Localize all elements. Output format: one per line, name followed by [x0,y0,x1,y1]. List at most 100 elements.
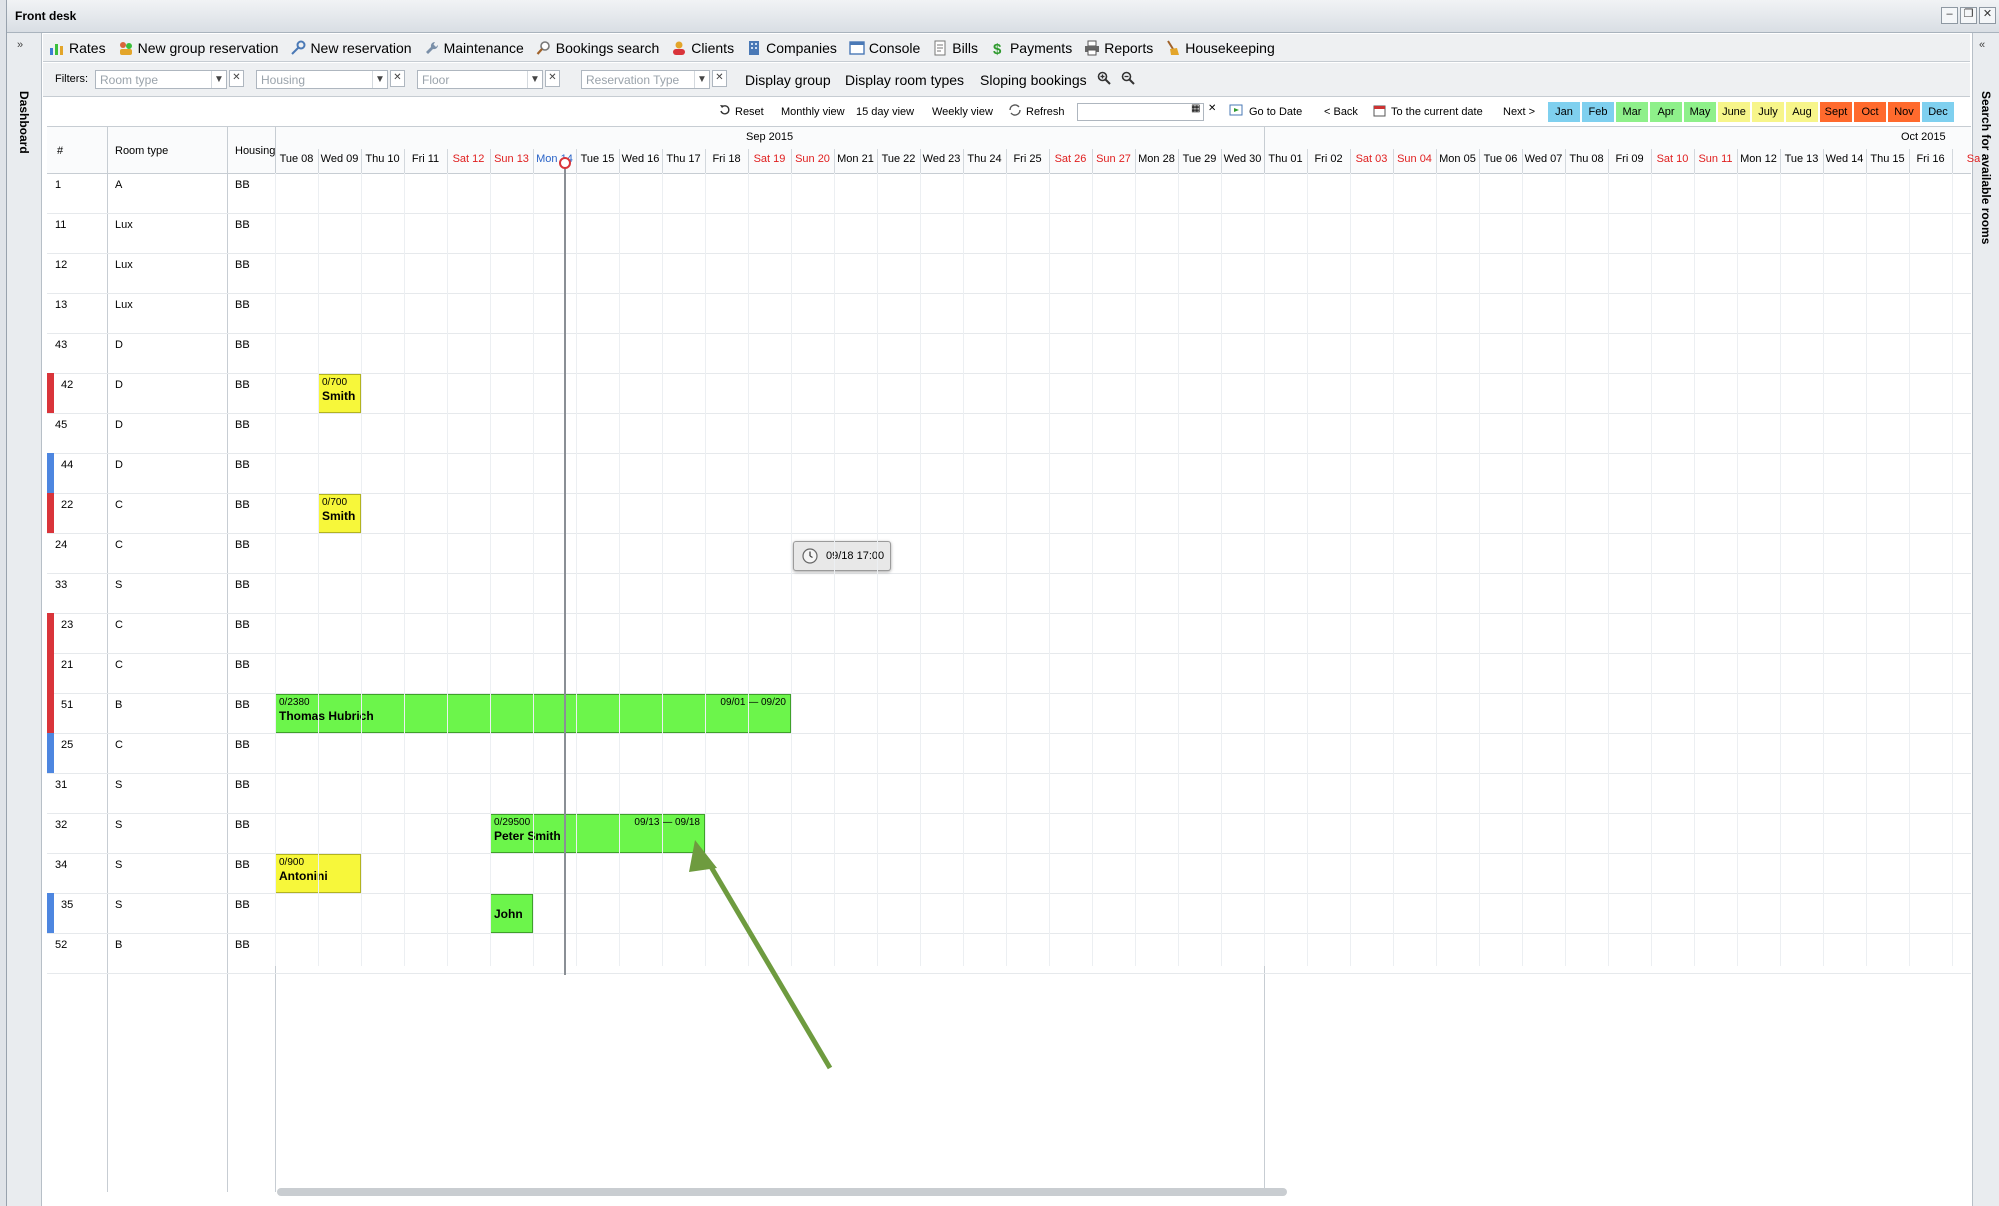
day-header[interactable]: Fri 02 [1307,153,1350,165]
room-row[interactable]: 35 S BB [47,893,1971,934]
menu-item-housekeeping[interactable]: Housekeeping [1159,40,1281,56]
day-header[interactable]: Sa [1952,153,1995,165]
day-header[interactable]: Sun 20 [791,153,834,165]
clear-floor-icon[interactable]: ✕ [545,70,560,87]
monthly-view-button[interactable]: Monthly view [781,106,845,118]
restore-button[interactable]: ❐ [1960,7,1977,24]
month-button-nov[interactable]: Nov [1888,102,1920,122]
menu-item-maintenance[interactable]: Maintenance [418,40,530,56]
month-button-feb[interactable]: Feb [1582,102,1614,122]
minimize-button[interactable]: – [1941,7,1958,24]
day-header[interactable]: Mon 05 [1436,153,1479,165]
day-header[interactable]: Tue 06 [1479,153,1522,165]
menu-item-payments[interactable]: $ Payments [984,40,1078,56]
room-row[interactable]: 44 D BB [47,453,1971,494]
menu-item-new-group-reservation[interactable]: New group reservation [112,40,285,56]
reservation-type-select[interactable]: Reservation Type ▼ [581,70,710,89]
room-row[interactable]: 43 D BB [47,333,1971,374]
day-header[interactable]: Fri 18 [705,153,748,165]
month-button-mar[interactable]: Mar [1616,102,1648,122]
col-header-number[interactable]: # [57,145,63,157]
room-type-select[interactable]: Room type ▼ [95,70,227,89]
day-header[interactable]: Wed 16 [619,153,662,165]
calendar-icon[interactable] [1373,104,1386,120]
booking-block[interactable]: 0/29500 Peter Smith 09/13 — 09/18 [490,814,705,853]
search-rooms-label[interactable]: Search for available rooms [1979,91,1993,244]
menu-item-companies[interactable]: Companies [740,40,843,56]
day-header[interactable]: Thu 10 [361,153,404,165]
day-header[interactable]: Thu 01 [1264,153,1307,165]
menu-item-reports[interactable]: Reports [1078,40,1159,56]
month-button-aug[interactable]: Aug [1786,102,1818,122]
col-header-housing[interactable]: Housing [235,145,275,157]
refresh-button[interactable]: Refresh [1026,106,1065,118]
chevron-down-icon[interactable]: ▼ [211,71,226,88]
clear-housing-icon[interactable]: ✕ [390,70,405,87]
menu-item-bills[interactable]: Bills [926,40,984,56]
day-header[interactable]: Fri 16 [1909,153,1952,165]
menu-item-console[interactable]: Console [843,40,926,56]
dashboard-panel-collapsed[interactable]: » Dashboard [7,33,42,1206]
day-header[interactable]: Tue 13 [1780,153,1823,165]
month-button-oct[interactable]: Oct [1854,102,1886,122]
room-row[interactable]: 23 C BB [47,613,1971,654]
menu-item-rates[interactable]: Rates [43,40,112,56]
menu-item-new-reservation[interactable]: New reservation [284,40,417,56]
room-row[interactable]: 31 S BB [47,773,1971,814]
col-header-room-type[interactable]: Room type [115,145,168,157]
reset-icon[interactable] [719,104,731,119]
day-header[interactable]: Tue 29 [1178,153,1221,165]
day-header[interactable]: Fri 11 [404,153,447,165]
go-to-date-button[interactable]: Go to Date [1249,106,1302,118]
room-row[interactable]: 33 S BB [47,573,1971,614]
menu-item-bookings-search[interactable]: Bookings search [530,40,666,56]
day-header[interactable]: Wed 07 [1522,153,1565,165]
day-header[interactable]: Wed 30 [1221,153,1264,165]
clear-reservation-type-icon[interactable]: ✕ [712,70,727,87]
day-header[interactable]: Sun 27 [1092,153,1135,165]
day-header[interactable]: Fri 25 [1006,153,1049,165]
day-header[interactable]: Tue 15 [576,153,619,165]
horizontal-scrollbar[interactable] [277,1188,1287,1196]
room-row[interactable]: 13 Lux BB [47,293,1971,334]
day-header[interactable]: Sat 10 [1651,153,1694,165]
day-header[interactable]: Thu 08 [1565,153,1608,165]
search-rooms-panel-collapsed[interactable]: « Search for available rooms [1972,33,1999,1206]
day-header[interactable]: Thu 17 [662,153,705,165]
current-date-button[interactable]: To the current date [1391,106,1483,118]
day-header[interactable]: Sat 03 [1350,153,1393,165]
sloping-bookings-button[interactable]: Sloping bookings [980,72,1087,88]
day-header[interactable]: Sun 11 [1694,153,1737,165]
day-header[interactable]: Sat 26 [1049,153,1092,165]
day-header[interactable]: Mon 21 [834,153,877,165]
room-row[interactable]: 21 C BB [47,653,1971,694]
zoom-out-icon[interactable] [1121,71,1135,88]
close-button[interactable]: ✕ [1979,7,1996,24]
month-button-dec[interactable]: Dec [1922,102,1954,122]
expand-right-icon[interactable]: » [17,39,31,52]
calendar-picker-icon[interactable]: ▦ [1191,103,1200,114]
expand-left-icon[interactable]: « [1979,39,1993,51]
day-header[interactable]: Sun 04 [1393,153,1436,165]
booking-block[interactable]: 0/700 Smith [318,494,361,533]
room-row[interactable]: 25 C BB [47,733,1971,774]
month-button-jan[interactable]: Jan [1548,102,1580,122]
next-button[interactable]: Next > [1503,106,1535,118]
day-header[interactable]: Wed 14 [1823,153,1866,165]
day-header[interactable]: Mon 28 [1135,153,1178,165]
housing-select[interactable]: Housing ▼ [256,70,388,89]
fifteen-day-view-button[interactable]: 15 day view [856,106,914,118]
room-row[interactable]: 12 Lux BB [47,253,1971,294]
month-button-apr[interactable]: Apr [1650,102,1682,122]
chevron-down-icon[interactable]: ▼ [527,71,542,88]
day-header[interactable]: Tue 22 [877,153,920,165]
menu-item-clients[interactable]: Clients [665,40,740,56]
clear-date-icon[interactable]: ✕ [1208,103,1216,114]
month-button-may[interactable]: May [1684,102,1716,122]
day-header[interactable]: Thu 24 [963,153,1006,165]
day-header[interactable]: Tue 08 [275,153,318,165]
display-group-button[interactable]: Display group [745,72,831,88]
clear-room-type-icon[interactable]: ✕ [229,70,244,87]
room-row[interactable]: 24 C BB [47,533,1971,574]
month-button-sept[interactable]: Sept [1820,102,1852,122]
